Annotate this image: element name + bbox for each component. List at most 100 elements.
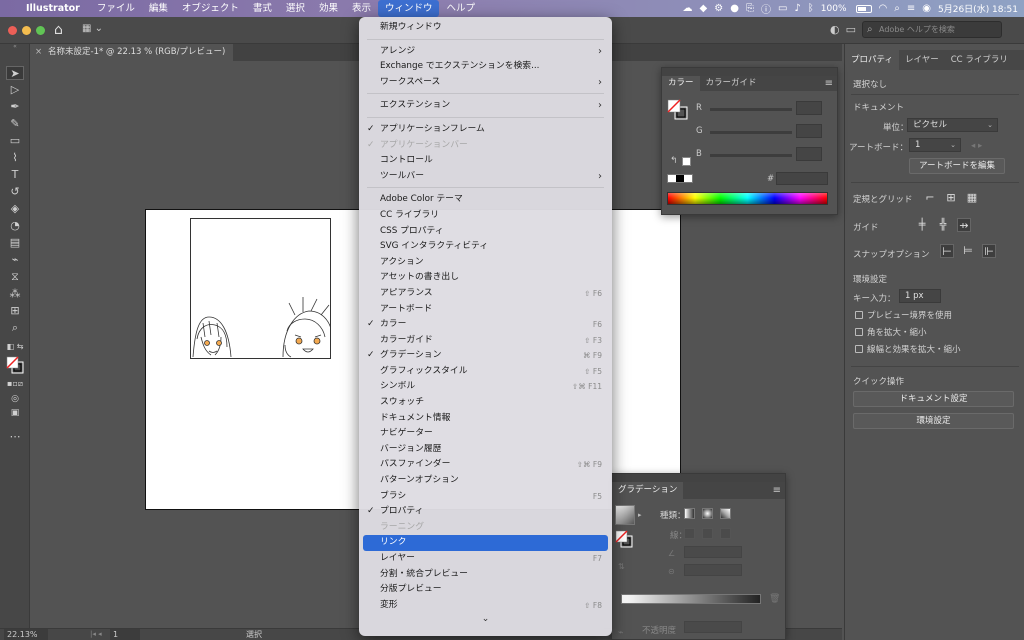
stroke-gradient-3-button[interactable] [720,528,731,539]
clock[interactable]: 5月26日(水) 18:51 [938,2,1018,15]
menu-item-adobe-color-themes[interactable]: Adobe Color テーマ [363,192,608,208]
slider-b-value[interactable] [796,147,822,161]
menu-file[interactable]: ファイル [90,0,142,17]
preferences-button[interactable]: 環境設定 [853,413,1014,429]
pen-tool-icon[interactable]: ✒ [6,100,24,114]
checkbox-box[interactable] [855,311,863,319]
gradient-preset-arrow-icon[interactable]: ▸ [638,511,642,519]
freeform-gradient-button[interactable] [720,508,731,519]
lock-guides-icon[interactable]: ╬ [936,218,950,232]
radial-gradient-button[interactable] [702,508,713,519]
menu-item-transform[interactable]: 変形 ⇧ F8 [363,598,608,614]
menu-item-gradient[interactable]: ✓ グラデーション ⌘ F9 [363,348,608,364]
menu-item-version-history[interactable]: バージョン履歴 [363,442,608,458]
scale-corners-checkbox[interactable]: 角を拡大・縮小 [855,326,927,338]
document-setup-button[interactable]: ドキュメント設定 [853,391,1014,407]
tab-color[interactable]: カラー [662,76,700,91]
zoom-level-input[interactable]: 22.13% [4,629,48,640]
menu-item-application-frame[interactable]: ✓ アプリケーションフレーム [363,122,608,138]
creative-cloud-icon[interactable]: ☁ [683,3,693,14]
menu-item-graphic-styles[interactable]: グラフィックスタイル ⇧ F5 [363,364,608,380]
menu-effect[interactable]: 効果 [312,0,345,17]
volume-icon[interactable]: ♪ [794,3,800,14]
tab-properties[interactable]: プロパティ [845,50,899,70]
menu-item-pattern-options[interactable]: パターンオプション [363,473,608,489]
help-search-input[interactable]: Adobe ヘルプを検索 [862,21,1003,38]
artboard-select[interactable]: 1 ⌄ [909,138,961,152]
slider-g-value[interactable] [796,124,822,138]
menu-item-flattener-preview[interactable]: 分割・統合プレビュー [363,567,608,583]
gradient-preview-swatch[interactable] [615,505,635,525]
menu-item-layers[interactable]: レイヤー F7 [363,551,608,567]
slider-r-value[interactable] [796,101,822,115]
bluetooth-icon[interactable]: ᛒ [808,3,814,14]
menu-item-properties[interactable]: ✓ プロパティ [363,504,608,520]
gradient-slider[interactable] [621,594,761,604]
transparency-grid-icon[interactable]: ▦ [965,191,979,205]
control-center-icon[interactable]: ≡ [907,3,915,14]
menu-item-brushes[interactable]: ブラシ F5 [363,489,608,505]
close-tab-icon[interactable]: × [35,44,42,61]
menu-item-asset-export[interactable]: アセットの書き出し [363,270,608,286]
gradient-tool-icon[interactable]: ▤ [6,236,24,250]
close-window-button[interactable] [8,26,17,35]
panel-menu-icon[interactable]: ≡ [825,76,833,91]
menu-item-document-info[interactable]: ドキュメント情報 [363,411,608,427]
edit-artboards-button[interactable]: アートボードを編集 [909,158,1005,174]
selection-tool-icon[interactable]: ➤ [6,66,24,80]
eraser-tool-icon[interactable]: ◈ [6,202,24,216]
angle-select[interactable] [684,546,742,558]
delete-stop-icon[interactable]: 🗑 [769,594,780,604]
menu-select[interactable]: 選択 [279,0,312,17]
stroke-gradient-2-button[interactable] [702,528,713,539]
slider-r-track[interactable] [710,108,792,111]
menu-item-links[interactable]: リンク [363,535,608,551]
arrange-documents-icon[interactable]: ▭ [846,23,856,36]
white-swatch[interactable] [682,157,691,166]
artboard-number-input[interactable]: 1 [110,629,140,640]
rectangle-tool-icon[interactable]: ▭ [6,134,24,148]
ruler-icon[interactable]: ⌐ [923,191,937,205]
dropbox-icon[interactable]: ◆ [700,3,708,14]
info-icon[interactable]: ⓘ [761,1,771,16]
artboard-nav-arrows-icon[interactable]: ◂ ▸ [971,141,982,151]
menu-help[interactable]: ヘルプ [439,0,482,17]
eyedropper-tool-icon[interactable]: ⌁ [6,253,24,267]
snap-to-pixel-icon[interactable]: ⊩ [982,244,996,258]
gradient-panel-header[interactable] [612,474,785,482]
evernote-icon[interactable]: ● [730,3,739,14]
menu-item-appearance[interactable]: アピアランス ⇧ F6 [363,286,608,302]
symbol-sprayer-tool-icon[interactable]: ⁂ [6,287,24,301]
home-icon[interactable]: ⌂ [54,22,63,38]
color-panel-header[interactable] [662,68,837,76]
type-tool-icon[interactable]: T [6,168,24,182]
opacity-select[interactable] [684,621,742,633]
menu-window[interactable]: ウィンドウ [377,0,440,17]
menu-view[interactable]: 表示 [345,0,378,17]
stroke-gradient-1-button[interactable] [684,528,695,539]
menu-item-color[interactable]: ✓ カラー F6 [363,317,608,333]
minimize-window-button[interactable] [22,26,31,35]
menu-item-control[interactable]: コントロール [363,153,608,169]
menu-object[interactable]: オブジェクト [175,0,246,17]
blend-tool-icon[interactable]: ⧖ [6,270,24,284]
menu-item-svg-interactivity[interactable]: SVG インタラクティビティ [363,239,608,255]
menu-type[interactable]: 書式 [246,0,279,17]
gradient-panel-menu-icon[interactable]: ≡ [773,482,781,499]
linear-gradient-button[interactable] [684,508,695,519]
default-colors-icon[interactable]: ◧ ⇆ [6,340,24,354]
menu-item-color-guide[interactable]: カラーガイド ⇧ F3 [363,333,608,349]
shape-builder-tool-icon[interactable]: ◔ [6,219,24,233]
artwork-frame[interactable] [190,218,331,359]
menu-item-toolbar[interactable]: ツールバー › [363,169,608,185]
grid-icon[interactable]: ⊞ [944,191,958,205]
smart-guides-icon[interactable]: ⇸ [957,218,971,232]
show-guides-icon[interactable]: ╪ [915,218,929,232]
zoom-window-button[interactable] [36,26,45,35]
screen-mode-icon[interactable]: ▣ [6,406,24,420]
gradient-eyedropper-icon[interactable]: ⌁ [618,628,623,638]
artboard-tool-icon[interactable]: ⊞ [6,304,24,318]
curvature-tool-icon[interactable]: ✎ [6,117,24,131]
menu-scroll-down-icon[interactable]: ⌄ [359,614,612,624]
menu-edit[interactable]: 編集 [142,0,175,17]
